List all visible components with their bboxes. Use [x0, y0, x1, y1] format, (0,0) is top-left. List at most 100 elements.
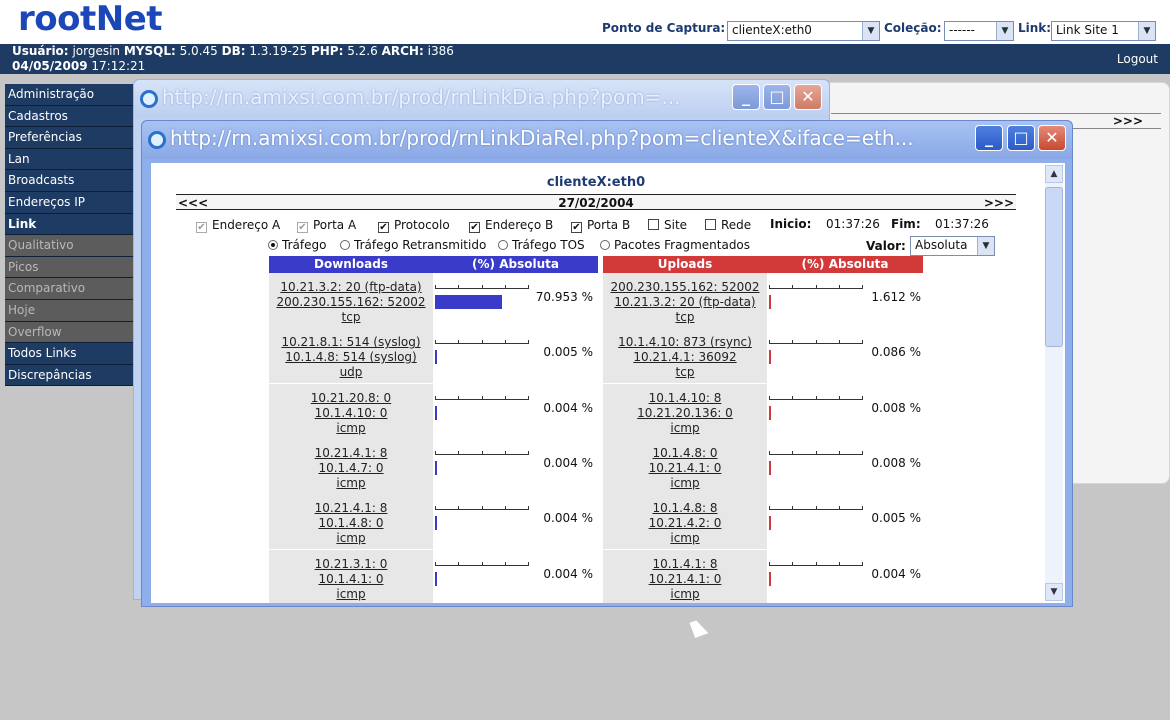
protocol-link[interactable]: icmp — [603, 476, 767, 491]
endpoint-link[interactable]: 10.1.4.8: 514 (syslog) — [269, 350, 433, 365]
endpoint-link[interactable]: 200.230.155.162: 52002 — [269, 295, 433, 310]
endpoint-link[interactable]: 10.1.4.8: 0 — [269, 516, 433, 531]
endpoint-link[interactable]: 10.21.4.1: 36092 — [603, 350, 767, 365]
sidebar-item[interactable]: Endereços IP — [5, 191, 135, 214]
scroll-thumb[interactable] — [1045, 187, 1063, 347]
sidebar-item[interactable]: Link — [5, 213, 135, 236]
radio-icon — [268, 240, 278, 250]
download-bar — [435, 405, 437, 420]
bar-scale — [435, 450, 529, 455]
maximize-button[interactable]: □ — [763, 84, 791, 110]
minimize-button[interactable]: _ — [975, 125, 1003, 151]
filter-checkbox[interactable]: Site — [648, 218, 687, 232]
protocol-link[interactable]: udp — [269, 365, 433, 380]
endpoint-link[interactable]: 10.1.4.1: 0 — [269, 572, 433, 587]
endpoint-link[interactable]: 10.1.4.8: 0 — [603, 446, 767, 461]
endpoint-link[interactable]: 10.21.20.136: 0 — [603, 406, 767, 421]
protocol-link[interactable]: icmp — [269, 421, 433, 436]
endpoint-link[interactable]: 200.230.155.162: 52002 — [603, 280, 767, 295]
endpoint-link[interactable]: 10.21.20.8: 0 — [269, 391, 433, 406]
mysql-label: MYSQL: — [123, 44, 176, 58]
traffic-radio[interactable]: Tráfego TOS — [498, 238, 585, 252]
scroll-down-icon[interactable]: ▼ — [1045, 583, 1063, 601]
chevron-down-icon: ▼ — [977, 237, 994, 255]
protocol-link[interactable]: icmp — [603, 587, 767, 602]
endpoint-link[interactable]: 10.21.3.1: 0 — [269, 557, 433, 572]
filter-checkbox[interactable]: ✔ Porta B — [571, 218, 630, 233]
endpoint-link[interactable]: 10.1.4.8: 8 — [603, 501, 767, 516]
upload-bar — [769, 295, 771, 309]
bar-scale — [435, 340, 529, 345]
vertical-scrollbar[interactable]: ▲ ▼ — [1045, 165, 1063, 601]
endpoint-link[interactable]: 10.21.4.1: 8 — [269, 446, 433, 461]
endpoint-link[interactable]: 10.1.4.7: 0 — [269, 461, 433, 476]
endpoint-link[interactable]: 10.21.3.2: 20 (ftp-data) — [603, 295, 767, 310]
sidebar-item[interactable]: Discrepâncias — [5, 364, 135, 387]
logout-link[interactable]: Logout — [1117, 52, 1158, 66]
sidebar-item[interactable]: Broadcasts — [5, 170, 135, 192]
valor-label: Valor: — [866, 239, 906, 253]
sidebar-item[interactable]: Lan — [5, 148, 135, 171]
endpoint-link[interactable]: 10.1.4.10: 0 — [269, 406, 433, 421]
window-content: clienteX:eth0 <<< 27/02/2004 >>> ✔ Endere… — [151, 163, 1065, 603]
window-titlebar[interactable]: http://rn.amixsi.com.br/prod/rnLinkDiaRe… — [142, 121, 1072, 159]
endpoint-link[interactable]: 10.1.4.10: 873 (rsync) — [603, 335, 767, 350]
protocol-link[interactable]: icmp — [269, 531, 433, 546]
arch-label: ARCH: — [381, 44, 424, 58]
filter-checkbox[interactable]: ✔ Endereço A — [196, 218, 280, 233]
filter-checkbox[interactable]: ✔ Endereço B — [469, 218, 553, 233]
link-select[interactable]: Link Site 1 ▼ — [1051, 21, 1156, 41]
close-button[interactable]: ✕ — [1038, 125, 1066, 151]
traffic-radio[interactable]: Tráfego Retransmitido — [340, 238, 486, 252]
uploads-header: Uploads — [603, 256, 767, 273]
traffic-radio[interactable]: Pacotes Fragmentados — [600, 238, 750, 252]
upload-flow-cell: 10.1.4.1: 8 10.21.4.1: 0 icmp — [603, 549, 767, 603]
sidebar-item[interactable]: Overflow — [5, 321, 135, 344]
protocol-link[interactable]: tcp — [269, 310, 433, 325]
endpoint-link[interactable]: 10.21.4.2: 0 — [603, 516, 767, 531]
endpoint-link[interactable]: 10.21.8.1: 514 (syslog) — [269, 335, 433, 350]
protocol-link[interactable]: icmp — [603, 531, 767, 546]
collection-select[interactable]: ------ ▼ — [944, 21, 1014, 41]
sidebar-item[interactable]: Preferências — [5, 127, 135, 149]
sidebar-item[interactable]: Hoje — [5, 299, 135, 322]
sidebar-item[interactable]: Qualitativo — [5, 235, 135, 257]
endpoint-link[interactable]: 10.1.4.10: 8 — [603, 391, 767, 406]
filter-checkbox[interactable]: ✔ Protocolo — [378, 218, 450, 233]
sidebar-item[interactable]: Administração — [5, 84, 135, 106]
protocol-link[interactable]: icmp — [269, 476, 433, 491]
sidebar-item[interactable]: Picos — [5, 256, 135, 279]
traffic-radio[interactable]: Tráfego — [268, 238, 326, 252]
valor-select[interactable]: Absoluta ▼ — [910, 236, 995, 256]
db-value: 1.3.19-25 — [249, 44, 308, 58]
sidebar-item[interactable]: Cadastros — [5, 105, 135, 128]
download-bar — [435, 295, 502, 309]
endpoint-link[interactable]: 10.21.3.2: 20 (ftp-data) — [269, 280, 433, 295]
endpoint-link[interactable]: 10.1.4.1: 8 — [603, 557, 767, 572]
protocol-link[interactable]: icmp — [603, 421, 767, 436]
maximize-button[interactable]: □ — [1007, 125, 1035, 151]
minimize-button[interactable]: _ — [732, 84, 760, 110]
info-bar: Usuário: jorgesin MYSQL: 5.0.45 DB: 1.3.… — [0, 44, 1170, 74]
endpoint-link[interactable]: 10.21.4.1: 0 — [603, 461, 767, 476]
endpoint-link[interactable]: 10.21.4.1: 0 — [603, 572, 767, 587]
filter-checkbox[interactable]: ✔ Porta A — [297, 218, 356, 233]
sidebar-item[interactable]: Comparativo — [5, 278, 135, 300]
filter-checkbox[interactable]: Rede — [705, 218, 751, 232]
window-titlebar[interactable]: http://rn.amixsi.com.br/prod/rnLinkDia.p… — [134, 80, 829, 118]
percent-value: 0.004 % — [543, 455, 593, 470]
scroll-up-icon[interactable]: ▲ — [1045, 165, 1063, 183]
protocol-link[interactable]: tcp — [603, 365, 767, 380]
close-button[interactable]: ✕ — [794, 84, 822, 110]
capture-select[interactable]: clienteX:eth0 ▼ — [727, 21, 880, 41]
window-title: http://rn.amixsi.com.br/prod/rnLinkDiaRe… — [170, 126, 914, 150]
next-day-link[interactable]: >>> — [984, 196, 1014, 210]
table-row: 10.21.3.1: 0 10.1.4.1: 0 icmp 0.004 % 10.1.4… — [269, 549, 923, 603]
protocol-link[interactable]: tcp — [603, 310, 767, 325]
download-flow-cell: 10.21.8.1: 514 (syslog) 10.1.4.8: 514 (sy… — [269, 328, 433, 384]
sidebar-item[interactable]: Todos Links — [5, 343, 135, 365]
endpoint-link[interactable]: 10.21.4.1: 8 — [269, 501, 433, 516]
chevron-down-icon: ▼ — [1138, 22, 1155, 40]
upload-bar — [769, 571, 771, 586]
protocol-link[interactable]: icmp — [269, 587, 433, 602]
